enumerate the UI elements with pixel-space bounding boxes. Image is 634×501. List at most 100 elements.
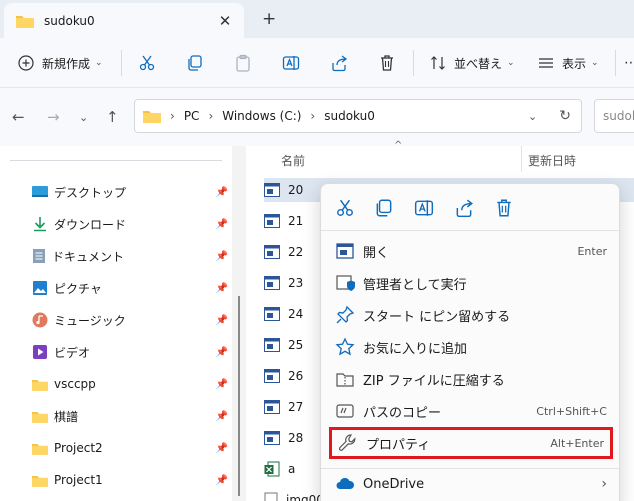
- sidebar-item-label: デスクトップ: [54, 185, 127, 200]
- file-name: 23: [288, 276, 304, 290]
- folder-icon: [32, 475, 48, 487]
- file-name: 21: [288, 214, 304, 228]
- sidebar-item-documents[interactable]: ドキュメント 📌: [32, 245, 232, 267]
- menu-item-add-favorite[interactable]: お気に入りに追加: [329, 332, 613, 362]
- more-button[interactable]: ⋯: [624, 38, 634, 88]
- rename-icon: [282, 56, 300, 70]
- sidebar-item-project2[interactable]: Project2 📌: [32, 437, 232, 459]
- exe-file-icon: [264, 214, 280, 228]
- sidebar-item-kifu[interactable]: 棋譜 📌: [32, 405, 232, 427]
- pin-icon: 📌: [215, 282, 228, 294]
- search-input[interactable]: sudok: [594, 99, 634, 133]
- menu-item-label: プロパティ: [366, 437, 431, 453]
- column-divider[interactable]: [521, 146, 522, 172]
- scissors-icon[interactable]: [335, 198, 355, 218]
- sidebar-item-vsccpp[interactable]: vsccpp 📌: [32, 373, 232, 395]
- pin-icon: 📌: [215, 442, 228, 454]
- trash-icon: [381, 55, 393, 71]
- folder-icon: [143, 111, 161, 123]
- paste-button[interactable]: [234, 38, 252, 88]
- file-name: a: [288, 462, 296, 476]
- document-icon: [33, 249, 45, 263]
- chevron-right-icon[interactable]: ›: [310, 109, 315, 123]
- scrollbar-thumb[interactable]: [238, 296, 240, 496]
- exe-file-icon: [264, 307, 280, 321]
- menu-item-label: OneDrive: [363, 476, 425, 492]
- file-name: 26: [288, 369, 304, 383]
- tab-title: sudoku0: [44, 13, 95, 28]
- menu-item-copy-path[interactable]: パスのコピー Ctrl+Shift+C: [329, 396, 613, 426]
- sidebar-item-label: ダウンロード: [54, 217, 127, 232]
- menu-item-properties[interactable]: プロパティ Alt+Enter: [329, 427, 613, 459]
- sort-ascending-icon: ^: [394, 140, 403, 151]
- pin-icon: 📌: [215, 218, 228, 230]
- sidebar-item-desktop[interactable]: デスクトップ 📌: [32, 181, 232, 203]
- menu-item-pin-to-start[interactable]: スタート にピン留めする: [329, 300, 613, 330]
- close-tab-button[interactable]: ✕: [212, 12, 238, 30]
- breadcrumb-drive[interactable]: Windows (C:): [222, 109, 301, 123]
- view-list-icon: [539, 58, 553, 68]
- tab-sudoku0[interactable]: sudoku0 ✕: [4, 3, 244, 38]
- sidebar-item-label: Project2: [54, 441, 103, 455]
- menu-item-shortcut: Enter: [577, 244, 607, 258]
- address-bar[interactable]: › PC › Windows (C:) › sudoku0 ⌄ ↻: [134, 99, 582, 133]
- new-tab-button[interactable]: +: [262, 9, 276, 29]
- recent-chevron-icon[interactable]: ⌄: [79, 111, 88, 124]
- breadcrumb-folder[interactable]: sudoku0: [324, 109, 375, 123]
- trash-icon[interactable]: [494, 198, 514, 218]
- menu-item-compress-zip[interactable]: ZIP ファイルに圧縮する: [329, 364, 613, 394]
- sort-button[interactable]: 並べ替え ⌄: [430, 38, 515, 88]
- menu-item-run-as-admin[interactable]: 管理者として実行: [329, 268, 613, 298]
- clipboard-icon: [236, 54, 250, 72]
- copy-icon[interactable]: [374, 198, 394, 218]
- exe-file-icon: [264, 369, 280, 383]
- cut-button[interactable]: [138, 38, 156, 88]
- refresh-icon[interactable]: ↻: [559, 108, 571, 124]
- context-menu: 開く Enter 管理者として実行 スタート にピン留めする お気に入りに追加 …: [320, 183, 621, 501]
- sidebar-scrollbar[interactable]: [232, 146, 246, 501]
- view-button[interactable]: 表示 ⌄: [538, 38, 599, 88]
- new-button[interactable]: 新規作成 ⌄: [18, 38, 103, 88]
- chevron-right-icon: ›: [170, 109, 175, 123]
- file-name: 28: [288, 431, 304, 445]
- back-arrow-icon[interactable]: ←: [12, 108, 25, 126]
- copy-icon: [188, 55, 202, 71]
- share-icon[interactable]: [454, 198, 474, 218]
- sidebar-item-music[interactable]: ミュージック 📌: [32, 309, 232, 331]
- up-arrow-icon[interactable]: ↑: [106, 108, 119, 126]
- picture-icon: [33, 281, 47, 295]
- forward-arrow-icon[interactable]: →: [47, 108, 60, 126]
- chevron-down-icon[interactable]: ⌄: [528, 110, 537, 123]
- chevron-right-icon: ›: [601, 476, 607, 492]
- navigation-pane: デスクトップ 📌 ダウンロード 📌 ドキュメント 📌 ピクチャ 📌 ミュージック…: [0, 146, 246, 501]
- share-button[interactable]: [330, 38, 348, 88]
- menu-item-label: 管理者として実行: [363, 277, 467, 293]
- breadcrumb-pc[interactable]: PC: [184, 109, 200, 123]
- desktop-icon: [32, 186, 48, 197]
- sidebar-item-downloads[interactable]: ダウンロード 📌: [32, 213, 232, 235]
- exe-file-icon: [264, 245, 280, 259]
- rename-button[interactable]: [282, 38, 300, 88]
- delete-button[interactable]: [378, 38, 396, 88]
- menu-item-onedrive[interactable]: OneDrive ›: [329, 469, 613, 499]
- sidebar-item-project1[interactable]: Project1 📌: [32, 469, 232, 491]
- pin-icon: 📌: [215, 346, 228, 358]
- context-menu-quick-actions: [321, 184, 621, 230]
- sidebar-item-pictures[interactable]: ピクチャ 📌: [32, 277, 232, 299]
- sidebar-item-videos[interactable]: ビデオ 📌: [32, 341, 232, 363]
- scissors-icon: [139, 55, 155, 71]
- pin-icon: [336, 305, 355, 324]
- column-header-date[interactable]: 更新日時: [528, 152, 576, 169]
- column-header-name[interactable]: 名前: [281, 152, 305, 169]
- folder-icon: [32, 379, 48, 391]
- file-name: 25: [288, 338, 304, 352]
- menu-item-open[interactable]: 開く Enter: [329, 236, 613, 266]
- view-button-label: 表示: [562, 56, 587, 71]
- rename-icon[interactable]: [414, 198, 434, 218]
- file-name: img00: [286, 493, 324, 501]
- divider: [321, 230, 621, 231]
- copy-button[interactable]: [186, 38, 204, 88]
- sidebar-item-label: ビデオ: [54, 345, 91, 360]
- chevron-right-icon[interactable]: ›: [208, 109, 213, 123]
- download-icon: [34, 217, 46, 232]
